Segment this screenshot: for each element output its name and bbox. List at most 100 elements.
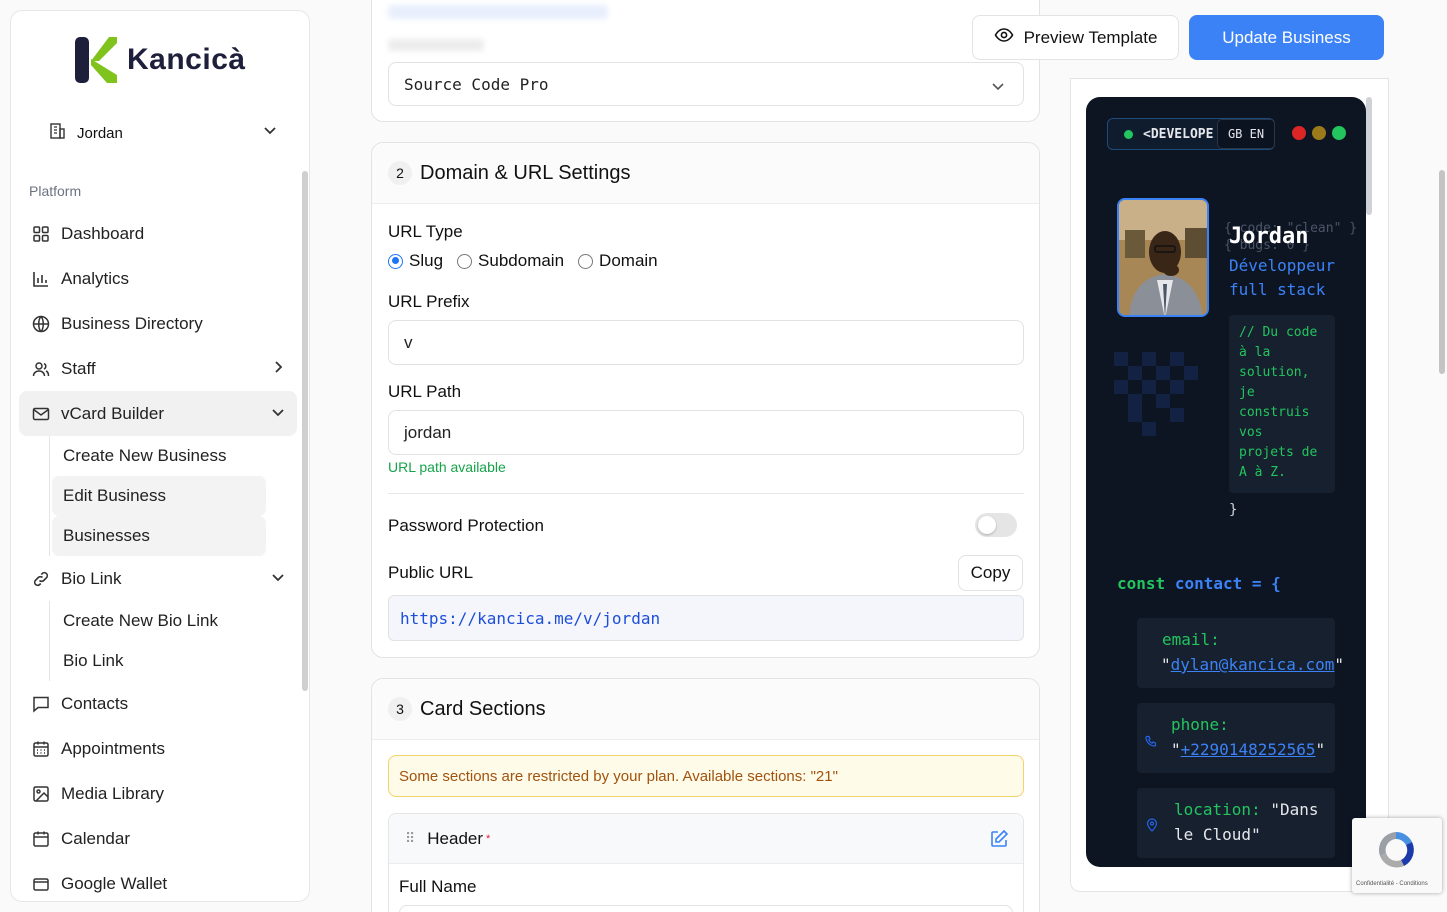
profile-photo [1117,198,1209,317]
input-value: v [404,332,413,352]
sidebar-item-label: Bio Link [61,568,122,588]
submenu-create-new-bio-link[interactable]: Create New Bio Link [52,601,266,641]
brand-name: Kancicà [127,43,246,76]
public-url-label: Public URL [388,563,474,582]
card-title: Domain & URL Settings [420,161,631,184]
const-name: contact [1174,574,1243,593]
recaptcha-badge[interactable]: Confidentialité - Conditions [1352,818,1442,893]
phone-line: "+2290148252565" [1171,737,1335,762]
blurred-label [388,39,484,51]
sidebar-item-appointments[interactable]: Appointments [19,726,297,771]
url-type-label: URL Type [388,222,463,241]
chevron-down-icon [263,123,277,141]
url-prefix-label: URL Prefix [388,292,470,311]
step-number: 2 [388,161,412,185]
radio-indicator [388,253,403,269]
red-dot-icon [1292,126,1306,140]
brand-logo[interactable]: Kancicà [73,35,246,85]
image-icon [31,784,51,804]
sidebar-item-staff[interactable]: Staff [19,346,297,391]
plan-warning-banner: Some sections are restricted by your pla… [388,755,1024,797]
sidebar-item-analytics[interactable]: Analytics [19,256,297,301]
password-protection-toggle[interactable] [975,513,1017,537]
submenu-edit-business[interactable]: Edit Business [52,476,266,516]
public-url-value: https://kancica.me/v/jordan [400,608,661,628]
radio-subdomain[interactable]: Subdomain [457,251,564,271]
preview-template-button[interactable]: Preview Template [972,15,1179,60]
globe-icon [31,314,51,334]
sidebar-item-label: Business Directory [61,313,203,333]
font-settings-card: Source Code Pro [371,0,1040,122]
sidebar-item-dashboard[interactable]: Dashboard [19,211,297,256]
step-number: 3 [388,697,412,721]
eye-icon [994,25,1014,50]
chevron-down-icon [271,569,285,589]
drag-handle-icon[interactable]: ⠿ [405,830,415,847]
submenu-create-new-business[interactable]: Create New Business [52,436,266,476]
mail-icon [31,404,51,424]
sidebar-item-label: Dashboard [61,223,145,243]
contact-phone-box: phone: "+2290148252565" [1137,703,1335,773]
preview-scrollbar[interactable] [1366,97,1372,215]
submenu-bio-link[interactable]: Bio Link [52,641,266,681]
window-controls [1292,126,1346,140]
copy-button[interactable]: Copy [958,555,1023,591]
quote: " [1315,740,1326,759]
section-item-head[interactable]: ⠿ Header * [389,814,1023,864]
chevron-down-icon [271,404,285,424]
pixel-pattern-decoration [1114,352,1198,436]
closing-brace: } [1229,502,1238,518]
grid-icon [31,224,51,244]
contact-email-box: email: "dylan@kancica.com" [1137,618,1344,688]
sidebar-item-bio-link[interactable]: Bio Link [19,556,297,601]
submenu-businesses[interactable]: Businesses [52,516,266,556]
input-value: jordan [404,422,452,442]
sidebar-item-label: Media Library [61,783,164,803]
vcard-submenu: Create New Business Edit Business Busine… [49,436,297,556]
location-key: location: [1174,800,1261,819]
phone-icon [1145,729,1157,754]
update-business-button[interactable]: Update Business [1189,15,1384,60]
font-select[interactable]: Source Code Pro [388,62,1024,106]
sidebar-item-calendar[interactable]: Calendar [19,816,297,861]
edit-icon[interactable] [989,829,1009,854]
location-pin-icon [1146,814,1158,839]
url-path-input[interactable]: jordan [388,410,1024,455]
page-scrollbar[interactable] [1439,170,1445,374]
full-name-label: Full Name [399,877,477,896]
radio-slug[interactable]: Slug [388,251,443,271]
sidebar-item-google-wallet[interactable]: Google Wallet [19,861,297,901]
calendar-icon [31,829,51,849]
sidebar-item-label: Contacts [61,693,129,713]
sidebar: Kancicà Jordan Platform Dashboard Analyt… [10,10,310,902]
phone-link[interactable]: +2290148252565 [1181,740,1316,759]
profile-name: Jordan [1229,224,1309,249]
quote: " [1161,655,1171,674]
recaptcha-icon [1372,826,1420,879]
language-switcher[interactable]: GB EN [1217,119,1275,149]
sidebar-item-label: Calendar [61,828,130,848]
sidebar-item-media-library[interactable]: Media Library [19,771,297,816]
sidebar-item-business-directory[interactable]: Business Directory [19,301,297,346]
contact-location-box: location: "Dans le Cloud" [1137,788,1335,858]
const-keyword: const [1117,574,1166,593]
phone-key: phone: [1171,715,1229,734]
radio-domain[interactable]: Domain [578,251,658,271]
kancica-logo-icon [75,37,117,83]
sidebar-scrollbar[interactable] [302,171,308,691]
font-select-value: Source Code Pro [404,74,549,94]
required-mark: * [486,832,491,845]
sidebar-item-vcard-builder[interactable]: vCard Builder [19,391,297,436]
sidebar-item-contacts[interactable]: Contacts [19,681,297,726]
email-link[interactable]: dylan@kancica.com [1171,655,1335,674]
password-protection-label: Password Protection [388,516,544,535]
users-icon [31,359,51,379]
radio-indicator [578,253,594,269]
public-url-field[interactable]: https://kancica.me/v/jordan [388,595,1024,641]
business-selector[interactable]: Jordan [47,121,277,145]
url-prefix-input[interactable]: v [388,320,1024,365]
full-name-input[interactable] [399,905,1013,912]
url-path-status: URL path available [388,459,506,475]
email-key: email: [1162,630,1220,649]
sidebar-nav: Dashboard Analytics Business Directory S… [19,211,297,901]
